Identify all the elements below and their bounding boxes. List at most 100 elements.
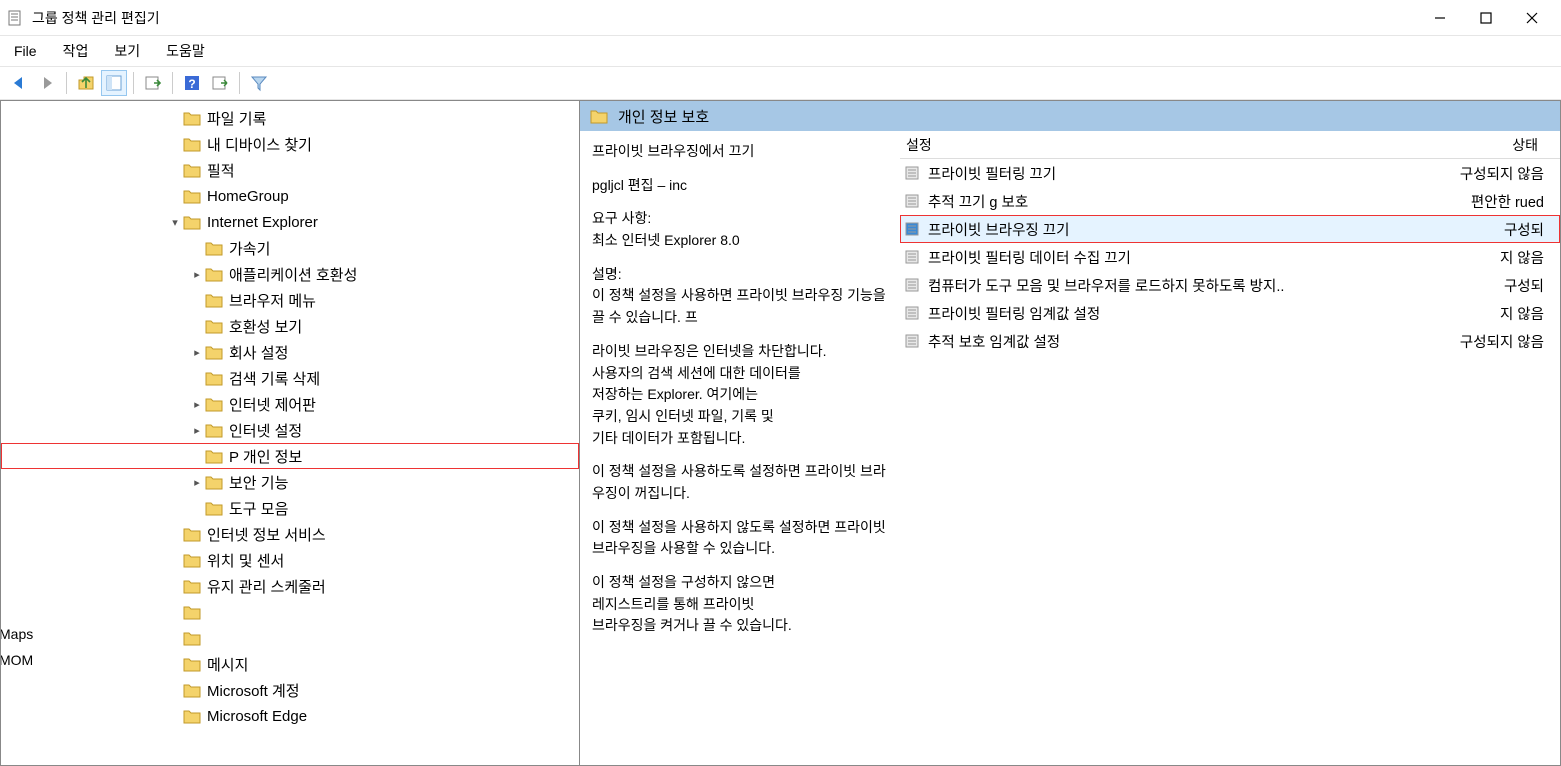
menu-view[interactable]: 보기: [114, 41, 140, 61]
back-button[interactable]: [6, 70, 32, 96]
tree-item-label: 메시지: [207, 654, 248, 675]
svg-text:?: ?: [188, 77, 195, 91]
tree-item[interactable]: 브라우저 메뉴: [1, 287, 579, 313]
tree-item[interactable]: ▸인터넷 설정: [1, 417, 579, 443]
column-state[interactable]: 상태: [1410, 135, 1560, 155]
description-block-3: 이 정책 설정을 사용하도록 설정하면 프라이빗 브라우징이 꺼집니다.: [592, 461, 888, 504]
column-setting[interactable]: 설정: [900, 135, 1410, 155]
menu-file[interactable]: File: [14, 43, 37, 59]
tree-item[interactable]: ▸ 보안 기능: [1, 469, 579, 495]
folder-icon: [590, 108, 608, 124]
tree-item[interactable]: 검색 기록 삭제: [1, 365, 579, 391]
setting-name: 추적 보호 임계값 설정: [928, 331, 1410, 352]
tree-item-label: 보안 기능: [229, 472, 288, 493]
list-row[interactable]: 프라이빗 필터링 데이터 수집 끄기지 않음: [900, 243, 1560, 271]
tree-item[interactable]: 호환성 보기: [1, 313, 579, 339]
up-button[interactable]: [73, 70, 99, 96]
tree-item[interactable]: 필적: [1, 157, 579, 183]
list-row[interactable]: 프라이빗 필터링 끄기구성되지 않음: [900, 159, 1560, 187]
app-icon: [6, 9, 24, 27]
forward-button[interactable]: [34, 70, 60, 96]
tree-item[interactable]: 파일 기록: [1, 105, 579, 131]
menu-help[interactable]: 도움말: [166, 41, 205, 61]
tree-item[interactable]: 가속기: [1, 235, 579, 261]
chevron-right-icon[interactable]: ▸: [189, 476, 205, 489]
description-label: 설명:: [592, 266, 622, 282]
setting-state: 편안한 rued: [1410, 191, 1560, 212]
description-block-4: 이 정책 설정을 사용하지 않도록 설정하면 프라이빗 브라우징을 사용할 수 …: [592, 517, 888, 560]
chevron-down-icon[interactable]: ▾: [167, 216, 183, 229]
setting-icon: [902, 219, 922, 239]
folder-icon: [205, 448, 223, 464]
requirements-label: 요구 사항:: [592, 210, 651, 226]
edit-link-line[interactable]: pgljcl 편집 – inc: [592, 175, 888, 197]
list-row[interactable]: 추적 끄기 g 보호편안한 rued: [900, 187, 1560, 215]
tree-item[interactable]: 메시지: [1, 651, 579, 677]
properties-button[interactable]: [207, 70, 233, 96]
setting-name: 프라이빗 필터링 끄기: [928, 163, 1410, 184]
setting-icon: [902, 247, 922, 267]
chevron-right-icon[interactable]: ▸: [189, 424, 205, 437]
tree-item[interactable]: 유지 관리 스케줄러: [1, 573, 579, 599]
chevron-right-icon[interactable]: ▸: [189, 398, 205, 411]
tree-item-label: 필적: [207, 160, 235, 181]
folder-icon: [183, 682, 201, 698]
tree-item-label: 검색 기록 삭제: [229, 368, 320, 389]
tree-item-label: 위치 및 센서: [207, 550, 284, 571]
tree-item[interactable]: P 개인 정보: [1, 443, 579, 469]
tree-item-label: 브라우저 메뉴: [229, 290, 316, 311]
help-button[interactable]: ?: [179, 70, 205, 96]
tree-item-label: P 개인 정보: [229, 446, 302, 467]
list-row[interactable]: 추적 보호 임계값 설정구성되지 않음: [900, 327, 1560, 355]
folder-icon: [183, 708, 201, 724]
tree-item-label: Internet Explorer: [207, 214, 318, 231]
close-button[interactable]: [1509, 3, 1555, 33]
menu-action[interactable]: 작업: [63, 41, 89, 61]
list-row[interactable]: 프라이빗 브라우징 끄기구성되: [900, 215, 1560, 243]
tree-item[interactable]: Microsoft Edge: [1, 703, 579, 729]
tree-item[interactable]: 도구 모음: [1, 495, 579, 521]
toolbar-separator: [66, 72, 67, 94]
folder-icon: [205, 500, 223, 516]
show-hide-tree-button[interactable]: [101, 70, 127, 96]
tree-scroll[interactable]: 파일 기록내 디바이스 찾기필적HomeGroup ▾ Internet Explo…: [1, 101, 579, 765]
tree-item[interactable]: 내 디바이스 찾기: [1, 131, 579, 157]
tree-item[interactable]: ▸인터넷 제어판: [1, 391, 579, 417]
description-block-2: 라이빗 브라우징은 인터넷을 차단합니다. 사용자의 검색 세션에 대한 데이터…: [592, 341, 888, 449]
tree-item[interactable]: 위치 및 센서: [1, 547, 579, 573]
tree-item[interactable]: ▸ 애플리케이션 호환성: [1, 261, 579, 287]
chevron-right-icon[interactable]: ▸: [189, 268, 205, 281]
tree-item[interactable]: ▸회사 설정: [1, 339, 579, 365]
maximize-button[interactable]: [1463, 3, 1509, 33]
description-column: 프라이빗 브라우징에서 끄기 pgljcl 편집 – inc 요구 사항: 최소…: [580, 131, 900, 765]
tree-item[interactable]: [1, 625, 579, 651]
folder-icon: [183, 214, 201, 230]
tree-item[interactable]: 인터넷 정보 서비스: [1, 521, 579, 547]
setting-state: 구성되: [1410, 275, 1560, 296]
tree-item[interactable]: HomeGroup: [1, 183, 579, 209]
tree-item-label: Microsoft Edge: [207, 708, 307, 725]
window-controls: [1417, 3, 1555, 33]
tree-item[interactable]: Microsoft 계정: [1, 677, 579, 703]
tree-item[interactable]: [1, 599, 579, 625]
tree-item-label: 파일 기록: [207, 108, 266, 129]
folder-icon: [205, 396, 223, 412]
minimize-button[interactable]: [1417, 3, 1463, 33]
setting-state: 지 않음: [1410, 247, 1560, 268]
tree-item-label: 애플리케이션 호환성: [229, 264, 357, 285]
details-panel: 개인 정보 보호 프라이빗 브라우징에서 끄기 pgljcl 편집 – inc …: [580, 100, 1561, 766]
setting-icon: [902, 331, 922, 351]
tree-item-label: Microsoft 계정: [207, 680, 300, 701]
tree-item[interactable]: ▾ Internet Explorer: [1, 209, 579, 235]
setting-state: 구성되지 않음: [1410, 163, 1560, 184]
titlebar: 그룹 정책 관리 편집기: [0, 0, 1561, 36]
setting-icon: [902, 303, 922, 323]
list-row[interactable]: 프라이빗 필터링 임계값 설정지 않음: [900, 299, 1560, 327]
list-row[interactable]: 컴퓨터가 도구 모음 및 브라우저를 로드하지 못하도록 방지..구성되: [900, 271, 1560, 299]
setting-name: 프라이빗 브라우징 끄기: [928, 219, 1410, 240]
tree-item-label: 내 디바이스 찾기: [207, 134, 312, 155]
export-button[interactable]: [140, 70, 166, 96]
filter-button[interactable]: [246, 70, 272, 96]
chevron-right-icon[interactable]: ▸: [189, 346, 205, 359]
folder-icon: [183, 630, 201, 646]
